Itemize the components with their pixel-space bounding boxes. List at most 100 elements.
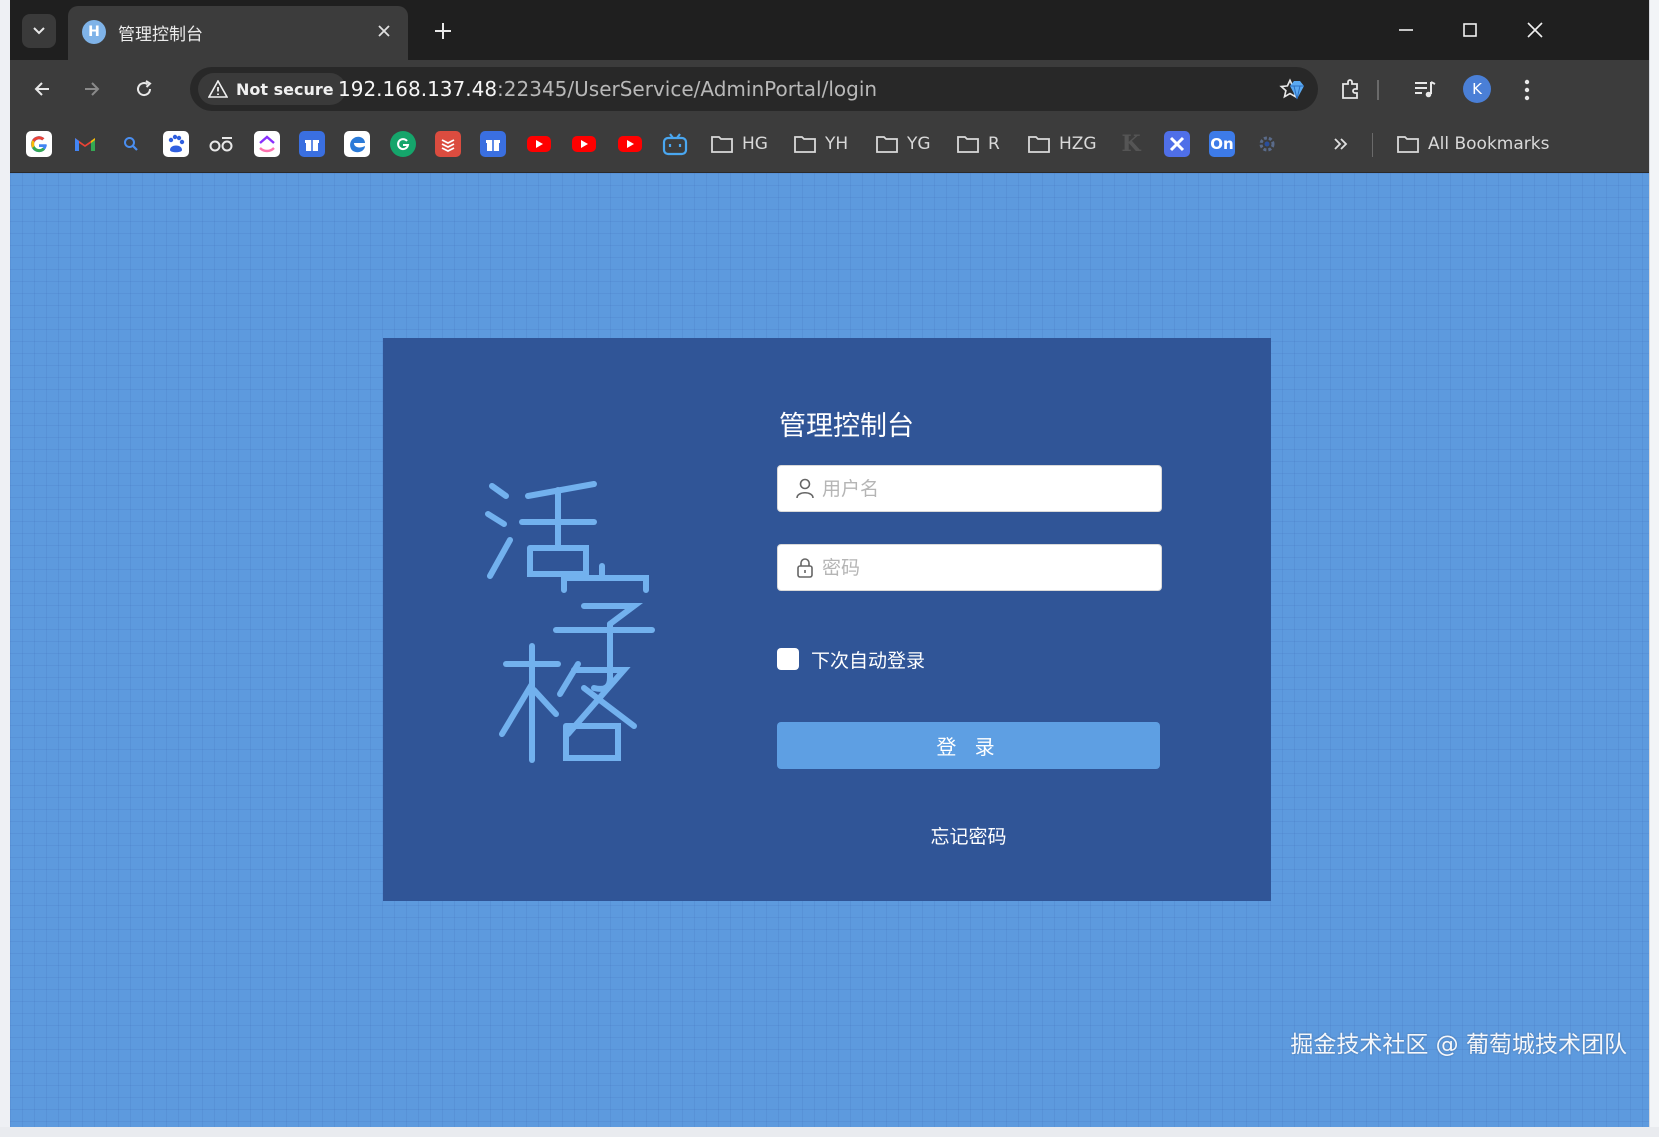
bookmark-folder-yg[interactable]: YG xyxy=(875,130,931,158)
bookmark-folder-hg[interactable]: HG xyxy=(710,130,768,158)
gem-icon xyxy=(1290,81,1304,100)
bookmark-folder-hzg[interactable]: HZG xyxy=(1027,130,1097,158)
browser-toolbar: Not secure 192.168.137.48:22345/UserServ… xyxy=(10,60,1649,118)
gift-icon-2[interactable] xyxy=(480,131,506,157)
tab-close-button[interactable] xyxy=(372,19,396,43)
security-chip[interactable]: Not secure xyxy=(198,73,346,105)
reload-icon xyxy=(137,80,152,97)
password-field[interactable] xyxy=(777,544,1162,591)
bilibili-icon[interactable] xyxy=(662,131,688,157)
background-window-strip-right xyxy=(1649,0,1659,1137)
address-bar[interactable]: Not secure 192.168.137.48:22345/UserServ… xyxy=(190,67,1318,111)
tab-active[interactable]: H 管理控制台 xyxy=(68,6,408,60)
back-button[interactable] xyxy=(26,73,58,105)
new-tab-button[interactable] xyxy=(428,16,458,46)
settings-icon[interactable] xyxy=(1254,131,1280,157)
url-text[interactable]: 192.168.137.48:22345/UserService/AdminPo… xyxy=(338,77,877,101)
profile-avatar[interactable]: K xyxy=(1463,75,1491,103)
folder-icon xyxy=(794,136,816,153)
forward-button[interactable] xyxy=(76,73,108,105)
folder-icon xyxy=(1028,136,1050,153)
window-close-button[interactable] xyxy=(1515,14,1555,46)
grammarly-icon[interactable] xyxy=(390,131,416,157)
folder-icon xyxy=(711,136,733,153)
minimize-button[interactable] xyxy=(1386,14,1426,46)
on-icon[interactable]: On xyxy=(1209,131,1235,157)
chevron-double-right-icon xyxy=(1334,138,1348,150)
bookmark-folder-label: R xyxy=(988,134,1000,154)
media-button[interactable] xyxy=(1410,75,1440,105)
bookmark-folder-label: HG xyxy=(742,134,768,154)
remember-me-label[interactable]: 下次自动登录 xyxy=(811,646,925,673)
tab-favicon-icon: H xyxy=(82,20,106,44)
browser-window: H 管理控制台 Not secure 192.168.137.48:22345/… xyxy=(10,0,1649,1127)
gift-icon[interactable] xyxy=(299,131,325,157)
background-window-strip-bottom xyxy=(0,1127,1659,1137)
edge-icon[interactable] xyxy=(344,131,370,157)
tools-icon[interactable] xyxy=(1164,131,1190,157)
youtube-icon[interactable] xyxy=(526,131,552,157)
url-host: 192.168.137.48 xyxy=(338,77,498,101)
media-queue-icon xyxy=(1415,81,1436,98)
login-button[interactable]: 登 录 xyxy=(777,722,1160,769)
login-card: 管理控制台 下次自动登录 登 录 忘记密码 xyxy=(383,338,1271,901)
browser-menu-button[interactable] xyxy=(1512,75,1542,105)
plus-icon xyxy=(435,23,451,39)
hearing-icon[interactable] xyxy=(208,131,234,157)
search-icon[interactable] xyxy=(118,131,144,157)
lock-icon xyxy=(797,558,813,578)
more-vertical-icon xyxy=(1524,79,1530,101)
maximize-icon xyxy=(1463,23,1477,37)
page-viewport: 管理控制台 下次自动登录 登 录 忘记密码 掘金技术社区 @ 葡萄城技术团队 xyxy=(10,173,1649,1127)
folder-icon xyxy=(876,136,898,153)
login-title: 管理控制台 xyxy=(779,411,914,442)
close-icon xyxy=(1527,22,1543,38)
forgot-password-link[interactable]: 忘记密码 xyxy=(777,822,1160,849)
user-icon xyxy=(796,478,814,499)
folder-icon xyxy=(1397,136,1419,153)
baidu-icon[interactable] xyxy=(163,131,189,157)
bookmark-folder-label: YH xyxy=(825,134,849,154)
tab-strip: H 管理控制台 xyxy=(10,0,1649,60)
toolbar-divider xyxy=(1377,80,1379,100)
k-icon[interactable]: K xyxy=(1118,131,1144,157)
extensions-button[interactable] xyxy=(1335,75,1365,105)
clickup-icon[interactable] xyxy=(254,131,280,157)
arrow-left-icon xyxy=(34,82,49,96)
tab-title: 管理控制台 xyxy=(118,25,203,45)
bookmark-folder-label: HZG xyxy=(1059,134,1097,154)
folder-icon xyxy=(957,136,979,153)
chevron-down-icon xyxy=(33,27,45,35)
bookmark-folder-label: YG xyxy=(907,134,931,154)
close-icon xyxy=(378,25,390,37)
username-field[interactable] xyxy=(777,465,1162,512)
arrow-right-icon xyxy=(85,82,100,96)
google-icon[interactable] xyxy=(26,131,52,157)
security-label: Not secure xyxy=(236,79,334,99)
youtube-icon-3[interactable] xyxy=(617,131,643,157)
tab-search-button[interactable] xyxy=(22,14,56,48)
youtube-icon-2[interactable] xyxy=(571,131,597,157)
extension-gem-button[interactable] xyxy=(1282,75,1312,105)
bookmark-folder-yh[interactable]: YH xyxy=(793,130,848,158)
bookmark-folder-r[interactable]: R xyxy=(956,130,1000,158)
todoist-icon[interactable] xyxy=(435,131,461,157)
remember-me-row: 下次自动登录 xyxy=(777,644,925,674)
maximize-button[interactable] xyxy=(1450,14,1490,46)
password-input[interactable] xyxy=(822,545,1152,590)
username-input[interactable] xyxy=(822,466,1152,511)
all-bookmarks-label: All Bookmarks xyxy=(1428,134,1550,154)
all-bookmarks-button[interactable]: All Bookmarks xyxy=(1396,130,1549,158)
more-bookmarks-button[interactable] xyxy=(1328,131,1354,157)
watermark-text: 掘金技术社区 @ 葡萄城技术团队 xyxy=(1290,1032,1627,1058)
remember-me-checkbox[interactable] xyxy=(777,648,799,670)
url-path: :22345/UserService/AdminPortal/login xyxy=(497,77,878,101)
reload-button[interactable] xyxy=(128,73,160,105)
bookmarks-divider xyxy=(1372,133,1373,157)
logo-art xyxy=(485,481,655,763)
gmail-icon[interactable] xyxy=(72,131,98,157)
minimize-icon xyxy=(1399,29,1413,31)
warning-icon xyxy=(208,80,228,98)
bookmarks-bar: HG YH YG R HZG K On All Bookmarks xyxy=(10,118,1649,173)
puzzle-icon xyxy=(1342,79,1358,99)
